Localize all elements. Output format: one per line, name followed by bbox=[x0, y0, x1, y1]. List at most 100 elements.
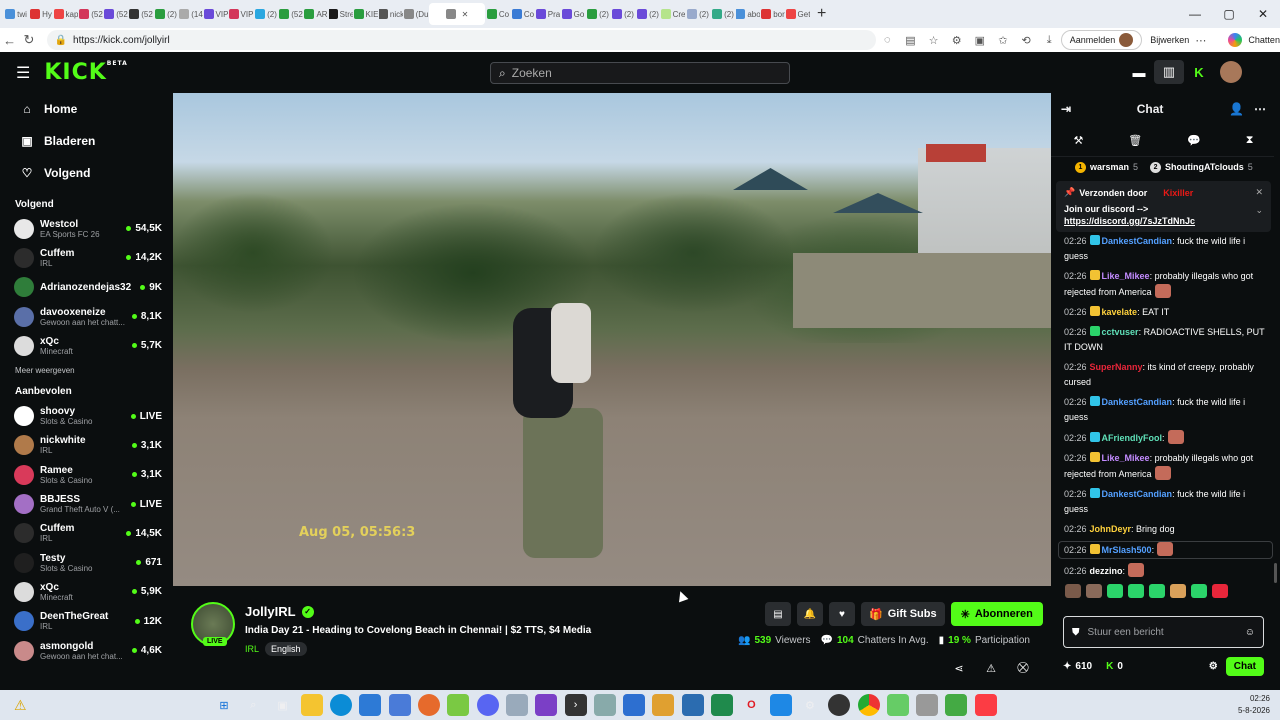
edge-icon[interactable] bbox=[330, 694, 353, 716]
browser-tab[interactable]: kap bbox=[54, 3, 78, 25]
channel-item[interactable]: Cuffem IRL 14,2K bbox=[4, 243, 170, 272]
kick-logo[interactable]: KICKBETA bbox=[44, 60, 127, 85]
browser-tab[interactable]: Co bbox=[511, 3, 535, 25]
show-more-link[interactable]: Meer weergeven bbox=[4, 360, 170, 380]
browser-tab[interactable]: KIE bbox=[354, 3, 378, 25]
download-icon[interactable]: ⤓ bbox=[1038, 34, 1061, 47]
chat-settings-icon[interactable]: ⚙ bbox=[1209, 661, 1218, 672]
message-username[interactable]: dezzino bbox=[1090, 566, 1123, 576]
message-username[interactable]: DankestCandian bbox=[1102, 397, 1173, 407]
slow-mode-icon[interactable]: ⧗ bbox=[1246, 134, 1254, 147]
browser-tab[interactable]: Pra bbox=[536, 3, 560, 25]
message-username[interactable]: Like_Mikee bbox=[1102, 453, 1150, 463]
message-username[interactable]: SuperNanny bbox=[1090, 362, 1143, 372]
theater-icon[interactable]: ▬ bbox=[1124, 60, 1154, 84]
favorites-icon[interactable]: ✩ bbox=[991, 34, 1014, 47]
tab-close-icon[interactable]: ✕ bbox=[462, 10, 469, 19]
browser-tab[interactable]: (52 bbox=[79, 3, 103, 25]
pinned-link[interactable]: https://discord.gg/7sJzTdNnJc bbox=[1064, 216, 1263, 226]
browser-tab[interactable]: abo bbox=[736, 3, 760, 25]
warning-icon[interactable]: ⚠ bbox=[14, 697, 27, 714]
browser-tab[interactable]: VIP bbox=[229, 3, 253, 25]
browser-tab[interactable]: (52 bbox=[129, 3, 153, 25]
extensions-icon[interactable]: ⚙ bbox=[945, 34, 968, 47]
channel-item[interactable]: Testy Slots & Casino 671 bbox=[4, 548, 170, 577]
split-icon[interactable]: ▣ bbox=[968, 34, 991, 47]
search-input[interactable]: ⌕ Zoeken bbox=[490, 62, 790, 84]
channel-item[interactable]: Ramee Slots & Casino 3,1K bbox=[4, 460, 170, 489]
settings-icon[interactable]: ⚙ bbox=[799, 694, 821, 716]
emote-icon[interactable] bbox=[1212, 584, 1228, 598]
emote-icon[interactable] bbox=[1086, 584, 1102, 598]
browser-tab[interactable]: bor bbox=[761, 3, 785, 25]
clip-icon[interactable]: ▤ bbox=[765, 602, 791, 626]
browser-tab[interactable]: (52 bbox=[279, 3, 303, 25]
browser-tab[interactable]: Stre bbox=[329, 3, 353, 25]
emote-icon[interactable] bbox=[1065, 584, 1081, 598]
collapse-chat-icon[interactable]: ⇥ bbox=[1061, 102, 1071, 116]
browser-tab[interactable]: Hy bbox=[29, 3, 53, 25]
badge-app-icon[interactable] bbox=[447, 694, 470, 716]
browser-tab[interactable]: (2) bbox=[611, 3, 635, 25]
browser-tab[interactable]: (2) bbox=[711, 3, 735, 25]
browser-tab[interactable]: (2) bbox=[154, 3, 178, 25]
language-tag[interactable]: English bbox=[265, 642, 307, 656]
trash-icon[interactable]: 🗑 bbox=[1128, 134, 1142, 147]
emote-icon[interactable] bbox=[1107, 584, 1123, 598]
firefox-icon[interactable] bbox=[418, 694, 441, 716]
app-icon[interactable] bbox=[711, 694, 734, 716]
browser-tab[interactable]: VIP bbox=[204, 3, 228, 25]
subscribe-button[interactable]: ✳ Abonneren bbox=[950, 602, 1043, 626]
browser-tab[interactable]: Cre bbox=[661, 3, 685, 25]
browser-tab[interactable]: (2) bbox=[636, 3, 660, 25]
store-icon[interactable] bbox=[359, 694, 382, 716]
sidebar-item-bladeren[interactable]: ▣ Bladeren bbox=[4, 125, 170, 157]
pinned-by-user[interactable]: Kixiller bbox=[1163, 188, 1193, 198]
message-username[interactable]: kavelate bbox=[1102, 307, 1138, 317]
page-scrollbar[interactable] bbox=[1274, 93, 1278, 685]
channel-item[interactable]: DeenTheGreat IRL 12K bbox=[4, 607, 170, 636]
channel-item[interactable]: shoovy Slots & Casino LIVE bbox=[4, 401, 170, 430]
channel-item[interactable]: nickwhite IRL 3,1K bbox=[4, 431, 170, 460]
browser-tab[interactable]: (2) bbox=[254, 3, 278, 25]
browser-tab[interactable]: AR bbox=[304, 3, 328, 25]
channel-item[interactable]: xQc Minecraft 5,9K bbox=[4, 577, 170, 606]
discord-icon[interactable] bbox=[476, 694, 499, 716]
maximize-icon[interactable]: ▢ bbox=[1212, 0, 1246, 28]
music-icon[interactable] bbox=[974, 694, 997, 716]
menu-icon[interactable]: ☰ bbox=[16, 63, 30, 83]
opera-icon[interactable]: O bbox=[740, 694, 762, 716]
message-username[interactable]: AFriendlyFool bbox=[1102, 433, 1163, 443]
channel-item[interactable]: Cuffem IRL 14,5K bbox=[4, 519, 170, 548]
gift-subs-button[interactable]: 🎁 Gift Subs bbox=[861, 602, 945, 626]
user-list-icon[interactable]: 👤 bbox=[1229, 102, 1244, 116]
more-icon[interactable]: ⋯ bbox=[1189, 34, 1212, 47]
reload-icon[interactable]: ↻ bbox=[19, 32, 38, 48]
notification-bell-icon[interactable]: 🔔 bbox=[797, 602, 823, 626]
category-link[interactable]: IRL bbox=[245, 644, 259, 654]
mute-icon[interactable]: ⛒ bbox=[1007, 662, 1039, 675]
browser-tab[interactable]: twi bbox=[4, 3, 28, 25]
app-icon[interactable] bbox=[886, 694, 909, 716]
message-username[interactable]: JohnDeyr bbox=[1090, 524, 1132, 534]
browser-tab[interactable]: Co bbox=[486, 3, 510, 25]
browser-tab[interactable]: Get bbox=[786, 3, 810, 25]
report-icon[interactable]: ⚠ bbox=[975, 662, 1007, 675]
windows-start-icon[interactable]: ⊞ bbox=[213, 694, 235, 716]
emote-icon[interactable] bbox=[1149, 584, 1165, 598]
new-tab-icon[interactable]: + bbox=[817, 5, 826, 23]
lock-icon[interactable]: 🔒 bbox=[55, 35, 67, 46]
app-icon[interactable] bbox=[681, 694, 704, 716]
streamer-name[interactable]: JollyIRL ✓ bbox=[245, 604, 314, 619]
browser-tab[interactable]: (Du bbox=[404, 3, 428, 25]
reader-icon[interactable]: ▤ bbox=[899, 34, 922, 47]
kick-coin-icon[interactable]: K bbox=[1184, 60, 1214, 84]
message-username[interactable]: MrSlash500 bbox=[1102, 545, 1152, 555]
chrome-icon[interactable] bbox=[857, 694, 880, 716]
back-icon[interactable]: ← bbox=[0, 33, 19, 48]
app-icon[interactable] bbox=[535, 694, 558, 716]
emote-icon[interactable] bbox=[1128, 584, 1144, 598]
favorite-icon[interactable]: ☆ bbox=[922, 34, 945, 47]
app-icon[interactable] bbox=[916, 694, 939, 716]
system-clock[interactable]: 02:26 5-8-2026 bbox=[1238, 693, 1270, 717]
